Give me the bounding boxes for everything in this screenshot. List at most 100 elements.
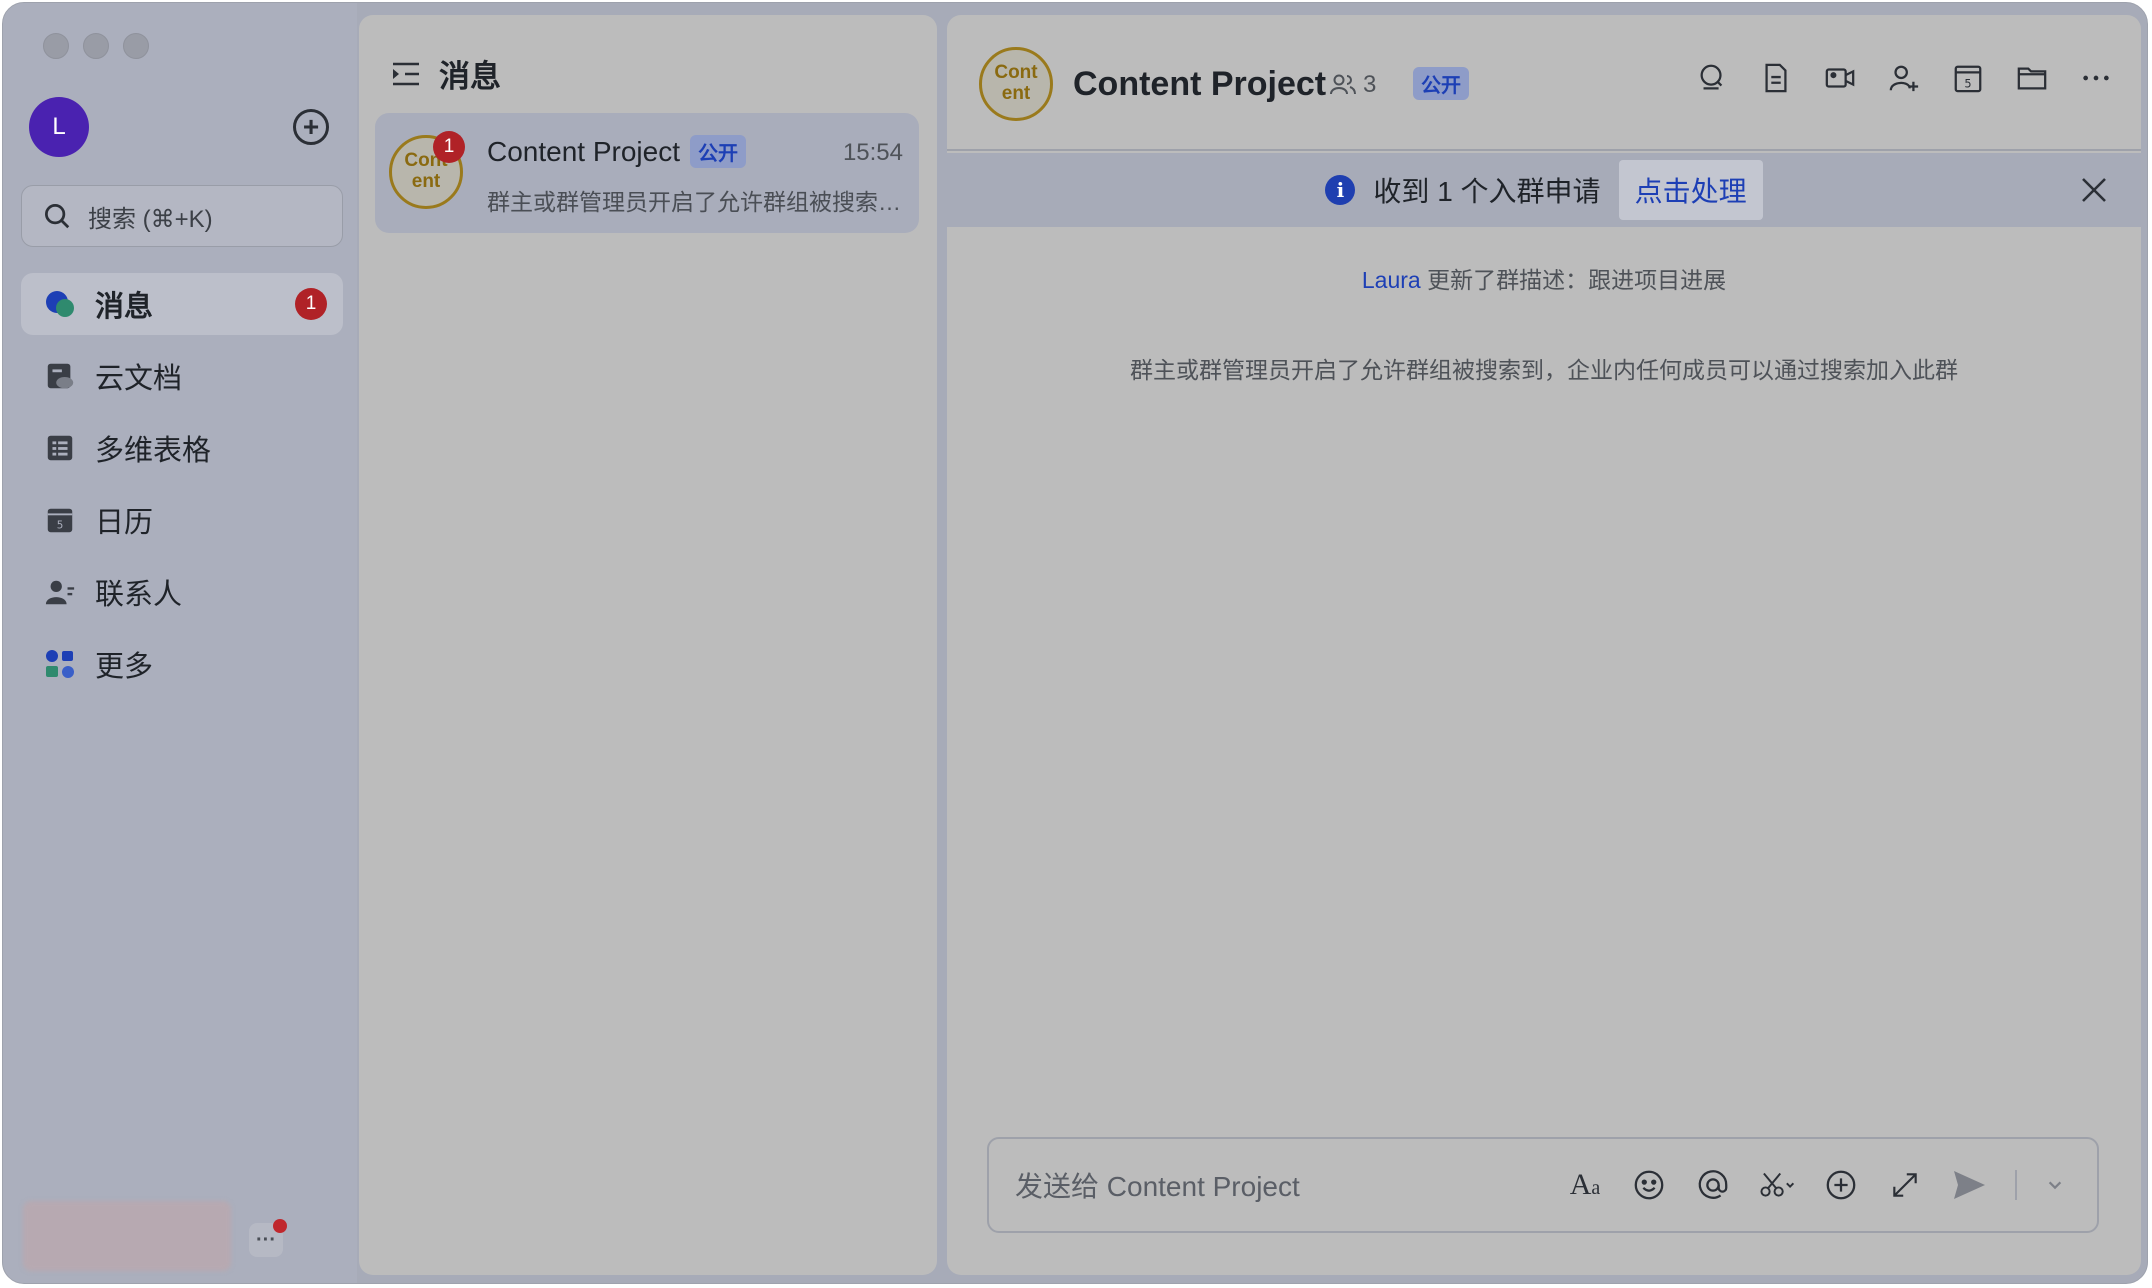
scissors-icon (1760, 1172, 1795, 1197)
contacts-icon (43, 575, 77, 609)
search-icon (45, 204, 70, 229)
public-tag: 公开 (1413, 67, 1469, 100)
svg-text:5: 5 (57, 519, 64, 531)
search-chat-icon (1700, 64, 1723, 90)
left-sidebar: L + 搜索 (⌘+K) 消息 1 云文档 多维表格 5 日历 联系人 更多 ·… (3, 3, 357, 1283)
user-initial: L (52, 113, 66, 140)
system-message: 群主或群管理员开启了允许群组被搜索到，企业内任何成员可以通过搜索加入此群 (947, 351, 2141, 385)
handle-request-button[interactable]: 点击处理 (1618, 160, 1763, 220)
sidebar-nav: 消息 1 云文档 多维表格 5 日历 联系人 更多 (21, 273, 343, 705)
attach-button[interactable] (1823, 1167, 1859, 1203)
more-options-button[interactable] (2079, 61, 2113, 95)
emoji-button[interactable] (1631, 1167, 1667, 1203)
unread-badge: 1 (433, 131, 465, 163)
conversation-preview: 群主或群管理员开启了允许群组被搜索到，企业内任何成员可以通过搜索加入此群 (487, 189, 907, 215)
cloud-doc-icon (43, 359, 77, 393)
collapse-list-icon[interactable] (389, 57, 423, 91)
expand-composer-button[interactable] (1887, 1167, 1923, 1203)
conversation-time: 15:54 (842, 139, 903, 166)
text-format-button[interactable]: Aa (1567, 1167, 1603, 1203)
minimize-window-button[interactable] (83, 33, 109, 59)
create-button[interactable]: + (293, 109, 329, 145)
close-icon[interactable] (2079, 175, 2109, 205)
members-icon (1330, 74, 1356, 95)
join-request-notice: i 收到 1 个入群申请 点击处理 (947, 153, 2141, 227)
sidebar-item-label: 联系人 (95, 579, 183, 611)
member-count[interactable]: 3 (1329, 71, 1376, 99)
system-message-text: 更新了群描述：跟进项目进展 (1420, 267, 1727, 293)
conversation-list-panel: 消息 Cont ent 1 Content Project 公开 15:54 群… (359, 15, 937, 1275)
notification-dot (273, 1219, 287, 1233)
conversation-item[interactable]: Cont ent 1 Content Project 公开 15:54 群主或群… (375, 113, 919, 233)
group-avatar[interactable]: Cont ent (979, 47, 1053, 121)
plus-circle-icon (1826, 1170, 1856, 1200)
group-avatar-text: Cont ent (994, 62, 1038, 104)
sidebar-item-docs[interactable]: 云文档 (21, 345, 343, 407)
unread-badge: 1 (295, 288, 327, 320)
toolbar-divider (2015, 1170, 2017, 1200)
search-placeholder: 搜索 (⌘+K) (88, 205, 213, 233)
chat-toolbar: 5 (1695, 61, 2113, 95)
mention-button[interactable] (1695, 1167, 1731, 1203)
list-header: 消息 (389, 51, 501, 96)
text-format-icon: Aa (1569, 1168, 1601, 1201)
system-message: Laura 更新了群描述：跟进项目进展 (947, 261, 2141, 295)
list-title: 消息 (439, 59, 501, 94)
sidebar-item-label: 云文档 (95, 363, 183, 395)
svg-text:5: 5 (1964, 77, 1971, 90)
video-camera-icon (1825, 68, 1855, 88)
window-controls (43, 33, 149, 59)
add-member-button[interactable] (1887, 61, 1921, 95)
sidebar-item-label: 更多 (95, 651, 154, 683)
emoji-icon (1634, 1170, 1664, 1200)
chevron-down-icon (2048, 1181, 2062, 1190)
chat-bubble-icon (43, 287, 77, 321)
screenshot-button[interactable] (1759, 1167, 1795, 1203)
search-chat-button[interactable] (1695, 61, 1729, 95)
video-call-button[interactable] (1823, 61, 1857, 95)
calendar-icon: 5 (43, 503, 77, 537)
sidebar-item-contacts[interactable]: 联系人 (21, 561, 343, 623)
conversation-name-row: Content Project 公开 (487, 135, 746, 168)
group-docs-button[interactable] (1759, 61, 1793, 95)
send-options-button[interactable] (2045, 1167, 2065, 1203)
apps-icon (43, 647, 77, 681)
conversation-name: Content Project (487, 135, 680, 167)
chat-panel: Cont ent Content Project 3 公开 5 i 收到 1 个… (947, 15, 2141, 1275)
calendar-icon: 5 (1954, 65, 1982, 93)
plus-icon: + (302, 111, 320, 142)
user-avatar[interactable]: L (29, 97, 89, 157)
maximize-window-button[interactable] (123, 33, 149, 59)
sidebar-item-more[interactable]: 更多 (21, 633, 343, 695)
sidebar-item-label: 多维表格 (95, 435, 212, 467)
public-tag: 公开 (690, 135, 746, 168)
more-horizontal-icon (2083, 75, 2109, 81)
at-sign-icon (1698, 1170, 1728, 1199)
chat-header: Cont ent Content Project 3 公开 5 (947, 15, 2141, 151)
expand-icon (1893, 1173, 1917, 1197)
message-input[interactable] (1015, 1167, 1575, 1207)
system-message-text: 群主或群管理员开启了允许群组被搜索到，企业内任何成员可以通过搜索加入此群 (1130, 357, 1958, 383)
blurred-profile-card[interactable] (23, 1201, 231, 1271)
sidebar-item-messages[interactable]: 消息 1 (21, 273, 343, 335)
message-composer: Aa (987, 1137, 2099, 1233)
composer-toolbar: Aa (1567, 1167, 2065, 1203)
info-icon: i (1325, 175, 1356, 205)
sidebar-item-base[interactable]: 多维表格 (21, 417, 343, 479)
add-user-icon (1889, 65, 1919, 92)
table-icon (43, 431, 77, 465)
send-button[interactable] (1951, 1167, 1987, 1203)
chat-title[interactable]: Content Project (1073, 65, 1326, 104)
group-calendar-button[interactable]: 5 (1951, 61, 1985, 95)
notice-text: 收到 1 个入群申请 (1373, 176, 1601, 207)
sidebar-item-calendar[interactable]: 5 日历 (21, 489, 343, 551)
user-name-link[interactable]: Laura (1362, 267, 1421, 293)
sidebar-item-label: 日历 (95, 507, 154, 539)
group-files-button[interactable] (2015, 61, 2049, 95)
folder-icon (2017, 67, 2047, 90)
document-icon (1765, 63, 1787, 93)
close-window-button[interactable] (43, 33, 69, 59)
app-window: L + 搜索 (⌘+K) 消息 1 云文档 多维表格 5 日历 联系人 更多 ·… (2, 2, 2148, 1284)
send-icon (1954, 1171, 1985, 1199)
search-input[interactable]: 搜索 (⌘+K) (21, 185, 343, 247)
